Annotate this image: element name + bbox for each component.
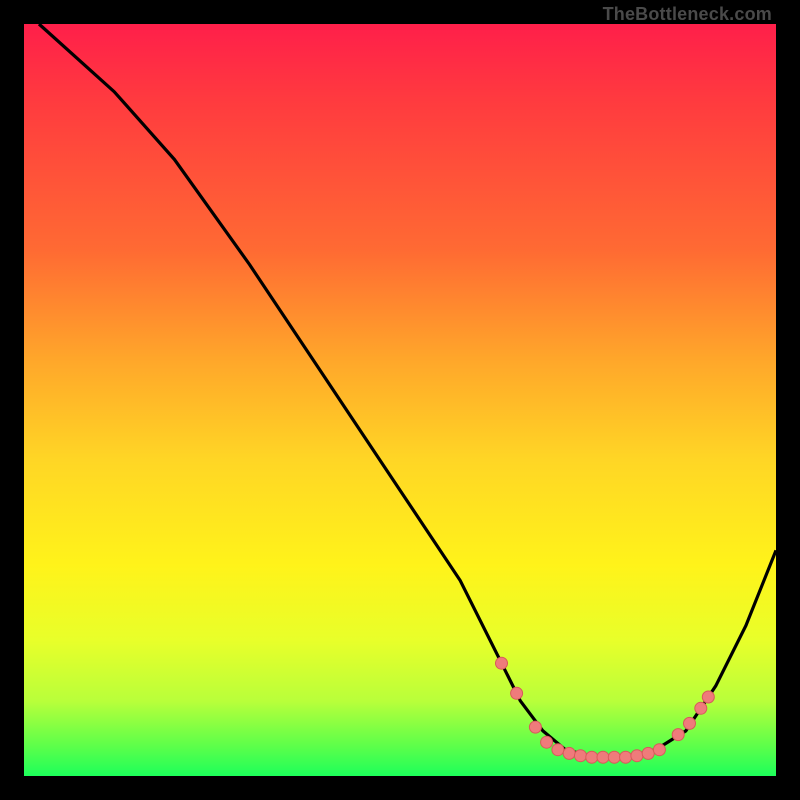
curve-marker <box>586 751 598 763</box>
curve-marker <box>608 751 620 763</box>
curve-marker <box>563 747 575 759</box>
curve-marker <box>552 744 564 756</box>
curve-marker <box>597 751 609 763</box>
curve-marker <box>684 717 696 729</box>
curve-marker <box>672 729 684 741</box>
curve-marker <box>642 747 654 759</box>
bottleneck-curve <box>39 24 776 757</box>
curve-marker <box>496 657 508 669</box>
curve-marker <box>702 691 714 703</box>
watermark-text: TheBottleneck.com <box>603 4 772 25</box>
curve-layer <box>24 24 776 776</box>
curve-marker <box>620 751 632 763</box>
plot-area <box>24 24 776 776</box>
curve-marker <box>511 687 523 699</box>
curve-marker <box>695 702 707 714</box>
curve-marker <box>575 750 587 762</box>
chart-frame: TheBottleneck.com <box>0 0 800 800</box>
curve-marker <box>653 744 665 756</box>
curve-marker <box>541 736 553 748</box>
curve-marker <box>529 721 541 733</box>
curve-marker <box>631 750 643 762</box>
